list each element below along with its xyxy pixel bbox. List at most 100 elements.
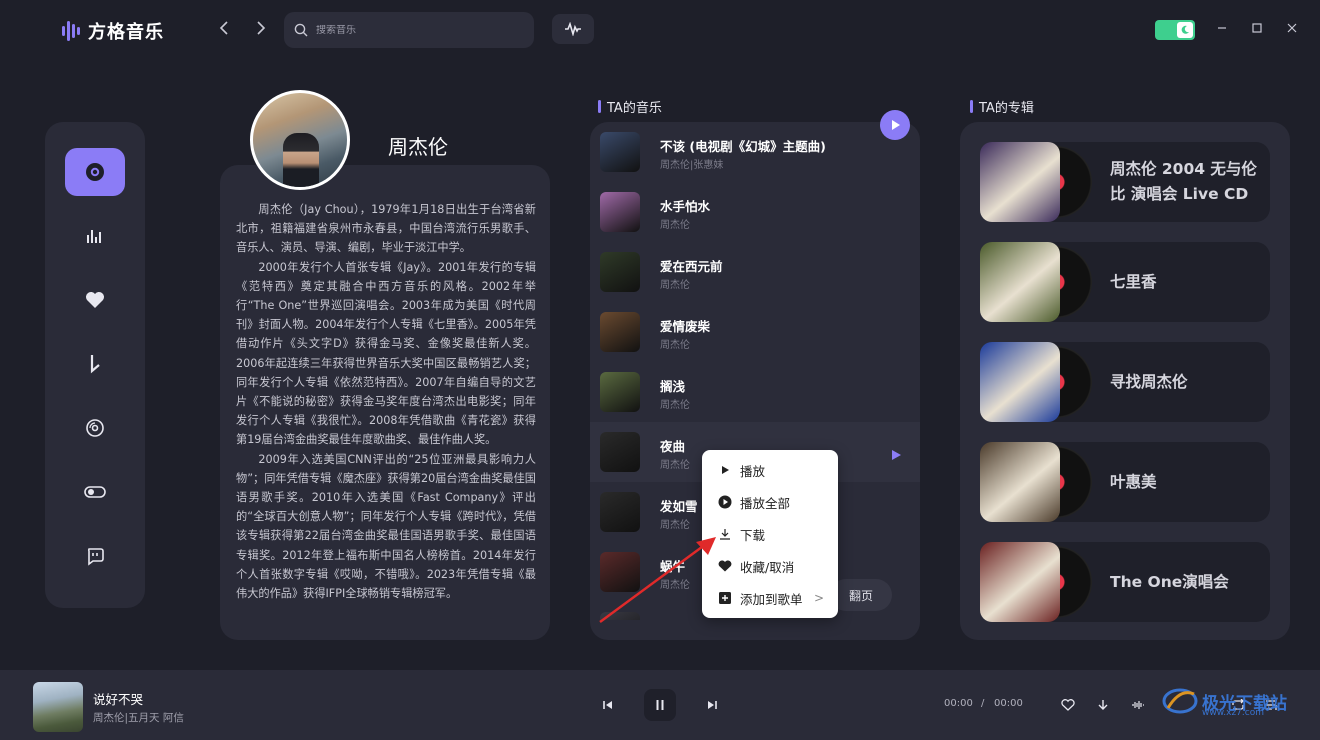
skip-next-icon — [708, 701, 717, 709]
next-button[interactable] — [702, 695, 722, 715]
minimize-button[interactable] — [1213, 19, 1231, 39]
album-cover — [980, 342, 1060, 422]
current-time: 00:00 — [944, 698, 973, 709]
moon-icon — [1177, 22, 1193, 38]
now-playing-artist: 周杰伦|五月天 阿信 — [93, 712, 184, 724]
toggle-icon — [84, 486, 106, 498]
album-cover — [980, 242, 1060, 322]
album-title: The One演唱会 — [1110, 572, 1229, 591]
bio-paragraph: 2000年发行个人首张专辑《Jay》。2001年发行的专辑《范特西》奠定其融合中… — [236, 260, 536, 447]
album-card[interactable]: 七里香 — [980, 242, 1270, 322]
song-cover — [600, 192, 640, 232]
song-row[interactable]: 爱在西元前 周杰伦 — [590, 242, 920, 302]
forward-button[interactable] — [251, 20, 271, 40]
annotation-arrow-icon — [599, 537, 716, 624]
search-input[interactable] — [316, 24, 506, 36]
maximize-icon — [1252, 23, 1262, 33]
watermark-logo-icon — [1162, 688, 1198, 714]
song-play-button[interactable] — [890, 446, 902, 465]
chevron-left-icon — [219, 21, 228, 35]
download-current-button[interactable] — [1093, 695, 1113, 715]
sidebar-item-albums[interactable] — [65, 404, 125, 452]
disc-icon — [86, 163, 104, 181]
song-title: 爱情废柴 — [660, 319, 711, 334]
artist-bio: 周杰伦（Jay Chou），1979年1月18日出生于台湾省新北市，祖籍福建省泉… — [236, 200, 536, 603]
audio-effects-button[interactable] — [1128, 695, 1148, 715]
album-cover — [980, 142, 1060, 222]
play-icon — [718, 463, 732, 477]
waveform-icon — [565, 22, 581, 36]
sidebar-item-discover[interactable] — [65, 148, 125, 196]
sidebar-item-charts[interactable] — [65, 212, 125, 260]
artist-name: 周杰伦 — [388, 135, 448, 159]
song-artist: 周杰伦 — [660, 340, 690, 351]
sidebar-item-favorites[interactable] — [65, 276, 125, 324]
download-icon — [1098, 700, 1108, 710]
song-cover — [600, 492, 640, 532]
song-title: 水手怕水 — [660, 199, 711, 214]
menu-item-play-all[interactable]: 播放全部 — [702, 486, 838, 518]
song-artist: 周杰伦 — [660, 400, 690, 411]
song-row[interactable]: 爱情废柴 周杰伦 — [590, 302, 920, 362]
album-card[interactable]: 叶惠美 — [980, 442, 1270, 522]
play-circle-icon — [718, 495, 732, 509]
maximize-button[interactable] — [1248, 19, 1266, 39]
song-title: 不该 (电视剧《幻城》主题曲) — [660, 139, 826, 154]
next-page-button[interactable]: 翻页 — [830, 579, 892, 611]
album-card[interactable]: 寻找周杰伦 — [980, 342, 1270, 422]
pause-button[interactable] — [644, 689, 676, 721]
bar-chart-icon — [87, 230, 101, 243]
album-title: 七里香 — [1110, 272, 1157, 291]
bio-paragraph: 2009年入选美国CNN评出的“25位亚洲最具影响力人物”；同年凭借专辑《魔杰座… — [236, 452, 536, 601]
time-separator: / — [981, 698, 985, 709]
chevron-right-icon — [257, 21, 266, 35]
menu-item-play[interactable]: 播放 — [702, 454, 838, 486]
albums-section-title: TA的专辑 — [970, 97, 1034, 116]
song-row[interactable]: 水手怕水 周杰伦 — [590, 182, 920, 242]
heart-icon — [86, 292, 104, 308]
song-cover — [600, 312, 640, 352]
songs-section-title: TA的音乐 — [598, 97, 662, 116]
skip-previous-icon — [603, 701, 612, 709]
sidebar-item-downloads[interactable] — [65, 340, 125, 388]
theme-toggle[interactable] — [1155, 20, 1195, 40]
song-row[interactable]: 搁浅 周杰伦 — [590, 362, 920, 422]
album-card[interactable]: 周杰伦 2004 无与伦比 演唱会 Live CD — [980, 142, 1270, 222]
back-button[interactable] — [214, 20, 234, 40]
play-icon — [892, 450, 901, 460]
waveform-icon — [1132, 701, 1144, 709]
album-title: 寻找周杰伦 — [1110, 372, 1188, 391]
cd-icon — [86, 419, 104, 437]
watermark: 极光下载站 www.xz7.com — [1162, 686, 1287, 718]
download-arrow-icon — [90, 355, 100, 374]
search-box[interactable] — [284, 12, 534, 48]
heart-outline-icon — [1061, 699, 1075, 711]
sidebar — [45, 122, 145, 608]
album-card[interactable]: The One演唱会 — [980, 542, 1270, 622]
sidebar-item-about[interactable] — [65, 532, 125, 580]
song-row[interactable]: 不该 (电视剧《幻城》主题曲) 周杰伦|张惠妹 — [590, 122, 920, 182]
close-icon — [1287, 23, 1297, 33]
song-cover — [600, 252, 640, 292]
player-bar: 说好不哭 周杰伦|五月天 阿信 00:00 / 00:00 — [0, 670, 1320, 740]
song-cover — [600, 132, 640, 172]
artist-avatar — [250, 90, 350, 190]
song-artist: 周杰伦 — [660, 280, 690, 291]
close-button[interactable] — [1283, 19, 1301, 39]
song-title: 发如雪 — [660, 499, 698, 514]
song-artist: 周杰伦 — [660, 460, 690, 471]
minimize-icon — [1218, 27, 1226, 29]
app-logo: 方格音乐 — [62, 18, 164, 44]
song-title: 搁浅 — [660, 379, 686, 394]
favorite-current-button[interactable] — [1058, 695, 1078, 715]
previous-button[interactable] — [598, 695, 618, 715]
now-playing-cover[interactable] — [33, 682, 83, 732]
chevron-right-icon: > — [813, 591, 824, 605]
album-cover — [980, 442, 1060, 522]
album-cover — [980, 542, 1060, 622]
audio-visualizer-button[interactable] — [552, 14, 594, 44]
song-title: 夜曲 — [660, 439, 686, 454]
pause-icon — [656, 700, 664, 710]
album-title: 周杰伦 2004 无与伦比 演唱会 Live CD — [1110, 160, 1257, 203]
sidebar-item-settings[interactable] — [65, 468, 125, 516]
